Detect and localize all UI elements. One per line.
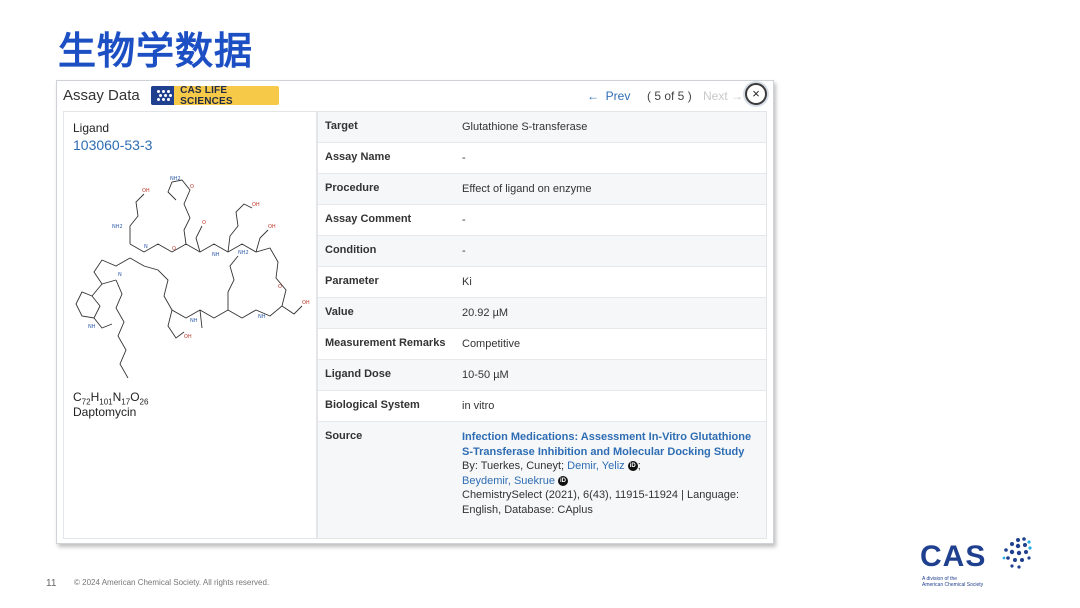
- table-row: Assay Name -: [318, 143, 766, 174]
- table-row: Ligand Dose 10-50 µM: [318, 360, 766, 391]
- arrow-left-icon: ←: [587, 89, 599, 103]
- cas-dots-icon: [1002, 537, 1032, 569]
- panel-title: Assay Data: [63, 87, 140, 104]
- row-label-ligand-dose: Ligand Dose: [325, 368, 392, 380]
- ligand-pane: Ligand 103060-53-3 O OH OH OH O OH OH O …: [63, 111, 317, 539]
- prev-button[interactable]: ← Prev: [587, 89, 630, 103]
- table-row: Source Infection Medications: Assessment…: [318, 422, 766, 538]
- author-2-link[interactable]: Demir, Yeliz: [567, 460, 624, 472]
- row-label-measurement-remarks: Measurement Remarks: [325, 337, 446, 349]
- cas-dots-icon: [151, 86, 175, 105]
- svg-text:OH: OH: [184, 334, 192, 340]
- row-value-condition: -: [462, 245, 466, 257]
- svg-text:NH2: NH2: [170, 176, 181, 182]
- svg-text:OH: OH: [302, 300, 310, 306]
- table-row: Value 20.92 µM: [318, 298, 766, 329]
- svg-text:O: O: [202, 220, 206, 226]
- row-label-assay-comment: Assay Comment: [325, 213, 412, 225]
- author-1: By: Tuerkes, Cuneyt;: [462, 460, 565, 472]
- close-button[interactable]: ×: [745, 83, 767, 105]
- table-row: Condition -: [318, 236, 766, 267]
- table-row: Biological System in vitro: [318, 391, 766, 422]
- author-3-link[interactable]: Beydemir, Suekrue: [462, 475, 555, 487]
- svg-text:NH: NH: [88, 324, 96, 330]
- row-value-assay-comment: -: [462, 214, 466, 226]
- svg-text:N: N: [118, 272, 122, 278]
- row-label-source: Source: [325, 430, 363, 442]
- table-row: Measurement Remarks Competitive: [318, 329, 766, 360]
- svg-text:NH2: NH2: [112, 224, 123, 230]
- svg-text:O: O: [190, 184, 194, 190]
- badge-label: CAS LIFE SCIENCES: [180, 84, 233, 107]
- row-label-parameter: Parameter: [325, 275, 379, 287]
- row-value-ligand-dose: 10-50 µM: [462, 369, 509, 381]
- svg-text:OH: OH: [252, 202, 260, 208]
- row-label-procedure: Procedure: [325, 182, 380, 194]
- cas-logo-subtitle-2: American Chemical Society: [922, 582, 984, 588]
- svg-text:NH2: NH2: [238, 250, 249, 256]
- row-value-procedure: Effect of ligand on enzyme: [462, 183, 592, 195]
- table-row: Parameter Ki: [318, 267, 766, 298]
- row-label-target: Target: [325, 120, 358, 132]
- arrow-right-icon: →: [731, 89, 744, 103]
- svg-text:NH: NH: [190, 318, 198, 324]
- row-value-source: Infection Medications: Assessment In-Vit…: [462, 430, 762, 517]
- svg-text:OH: OH: [268, 224, 276, 230]
- table-row: Target Glutathione S-transferase: [318, 112, 766, 143]
- molecule-structure-image[interactable]: O OH OH OH O OH OH O O NH2 NH2 NH2 NH N NH NH NH N: [72, 168, 310, 386]
- page-number: 11: [46, 578, 57, 589]
- row-value-value: 20.92 µM: [462, 307, 509, 319]
- ligand-cas-link[interactable]: 103060-53-3: [73, 137, 152, 153]
- next-button[interactable]: Next →: [703, 89, 743, 103]
- cas-logo-text: CAS: [920, 540, 987, 573]
- result-counter: ( 5 of 5 ): [647, 89, 692, 103]
- source-authors-line2: Beydemir, Suekrue iD: [462, 474, 762, 489]
- svg-text:NH: NH: [258, 314, 266, 320]
- copyright-text: © 2024 American Chemical Society. All ri…: [74, 578, 270, 587]
- orcid-icon[interactable]: iD: [558, 475, 568, 486]
- panel-header: Assay Data CAS LIFE SCIENCES ← Prev ( 5 …: [57, 81, 773, 111]
- row-label-assay-name: Assay Name: [325, 151, 391, 163]
- prev-label: Prev: [605, 89, 631, 103]
- assay-data-panel: Assay Data CAS LIFE SCIENCES ← Prev ( 5 …: [56, 80, 774, 544]
- source-title-link[interactable]: Infection Medications: Assessment In-Vit…: [462, 430, 762, 459]
- row-value-measurement-remarks: Competitive: [462, 338, 521, 350]
- table-row: Assay Comment -: [318, 205, 766, 236]
- orcid-icon[interactable]: iD: [627, 461, 638, 472]
- table-row: Procedure Effect of ligand on enzyme: [318, 174, 766, 205]
- row-value-assay-name: -: [462, 152, 466, 164]
- molecular-formula: C72H101N17O26: [73, 390, 149, 407]
- source-citation: ChemistrySelect (2021), 6(43), 11915-119…: [462, 489, 740, 516]
- row-value-parameter: Ki: [462, 276, 472, 288]
- svg-text:OH: OH: [142, 188, 150, 194]
- svg-text:O: O: [172, 246, 176, 252]
- ligand-label: Ligand: [73, 121, 110, 135]
- source-authors: By: Tuerkes, Cuneyt; Demir, Yeliz iD;: [462, 460, 641, 472]
- assay-details-table: Target Glutathione S-transferase Assay N…: [317, 111, 767, 539]
- row-label-condition: Condition: [325, 244, 377, 256]
- row-label-value: Value: [325, 306, 354, 318]
- svg-text:O: O: [278, 284, 282, 290]
- row-label-biological-system: Biological System: [325, 399, 420, 411]
- svg-text:N: N: [144, 244, 148, 250]
- cas-logo: CAS A division of the American Chemical …: [920, 536, 1032, 588]
- cas-life-sciences-badge: CAS LIFE SCIENCES: [151, 84, 279, 107]
- row-value-target: Glutathione S-transferase: [462, 121, 588, 133]
- slide-title: 生物学数据: [58, 29, 254, 73]
- next-label: Next: [703, 89, 728, 103]
- ligand-name: Daptomycin: [73, 405, 137, 419]
- svg-text:NH: NH: [212, 252, 220, 258]
- row-value-biological-system: in vitro: [462, 400, 495, 412]
